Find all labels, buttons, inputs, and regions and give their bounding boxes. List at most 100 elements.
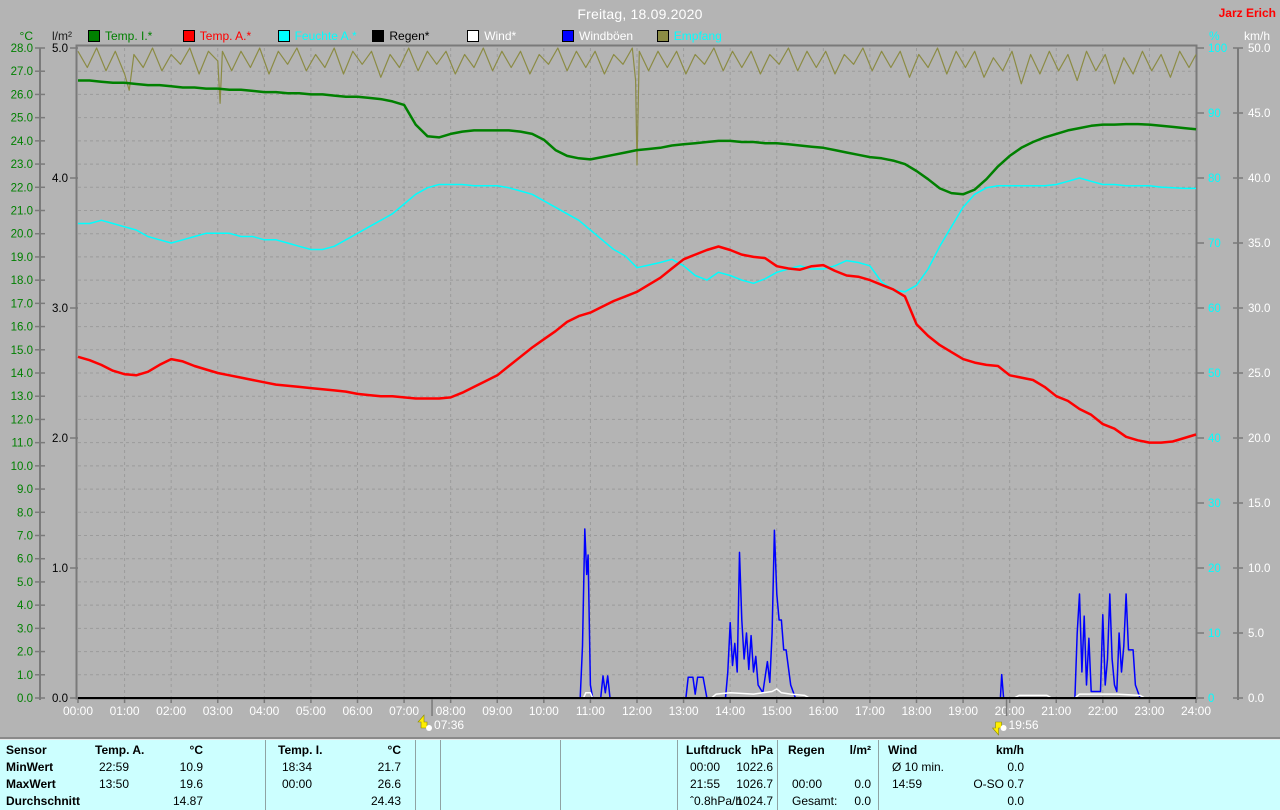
time-tick-label: 03:00 xyxy=(203,704,233,718)
table-cell: 0.0 xyxy=(854,777,871,791)
svg-text:18.0: 18.0 xyxy=(11,275,33,287)
time-tick-label: 24:00 xyxy=(1181,704,1211,718)
time-tick-label: 11:00 xyxy=(576,704,605,718)
table-cell: 24.43 xyxy=(370,794,401,808)
svg-text:13.0: 13.0 xyxy=(11,391,33,403)
time-tick-label: 15:00 xyxy=(762,704,792,718)
svg-text:1.0: 1.0 xyxy=(52,563,68,575)
svg-text:26.0: 26.0 xyxy=(11,89,33,101)
time-tick-label: 16:00 xyxy=(808,704,838,718)
time-tick-label: 20:00 xyxy=(995,704,1025,718)
table-cell: Temp. I. xyxy=(278,743,323,757)
sunset-time-label: 19:56 xyxy=(1009,718,1039,732)
table-column-separator xyxy=(777,740,778,810)
time-tick-label: 21:00 xyxy=(1041,704,1071,718)
weather-app-window: { "header": { "title": "Freitag, 18.09.2… xyxy=(0,0,1280,810)
svg-text:12.0: 12.0 xyxy=(11,414,33,426)
table-cell: 00:00 xyxy=(282,777,313,791)
time-tick-label: 19:00 xyxy=(948,704,978,718)
svg-text:4.0: 4.0 xyxy=(52,173,68,185)
svg-text:10.0: 10.0 xyxy=(1248,563,1270,575)
sunset-sun-icon xyxy=(991,721,1002,736)
time-tick-label: 04:00 xyxy=(249,704,279,718)
table-cell: 0.0 xyxy=(1007,794,1024,808)
axis-unit-label: % xyxy=(1209,29,1220,43)
table-cell: 1022.6 xyxy=(736,760,773,774)
series-empfang xyxy=(77,47,1197,166)
svg-text:80: 80 xyxy=(1208,173,1221,185)
time-tick-label: 06:00 xyxy=(342,704,372,718)
table-cell: 18:34 xyxy=(282,760,313,774)
svg-text:5.0: 5.0 xyxy=(52,43,68,55)
svg-text:16.0: 16.0 xyxy=(11,322,33,334)
svg-text:5.0: 5.0 xyxy=(17,577,33,589)
table-cell: Wind xyxy=(888,743,918,757)
time-tick-label: 01:00 xyxy=(110,704,140,718)
table-cell: Durchschnitt xyxy=(6,794,81,808)
time-tick-label: 02:00 xyxy=(156,704,186,718)
table-cell: 0.0 xyxy=(1007,760,1024,774)
svg-text:35.0: 35.0 xyxy=(1248,238,1270,250)
table-cell: 26.6 xyxy=(377,777,401,791)
svg-text:4.0: 4.0 xyxy=(17,600,33,612)
svg-text:6.0: 6.0 xyxy=(17,554,33,566)
table-cell: 10.9 xyxy=(179,760,203,774)
table-cell: 14.87 xyxy=(172,794,203,808)
time-tick-label: 07:00 xyxy=(389,704,419,718)
time-tick-label: 22:00 xyxy=(1088,704,1118,718)
time-tick-label: 00:00 xyxy=(63,704,93,718)
table-cell: 14:59 xyxy=(892,777,923,791)
time-tick-label: 08:00 xyxy=(436,704,466,718)
time-axis: 00:00 01:00 02:00 03:00 04:00 05:00 06:00 07:00… xyxy=(63,699,1211,718)
time-tick-label: 09:00 xyxy=(482,704,512,718)
axis-unit-label: l/m² xyxy=(52,29,72,43)
svg-text:0.0: 0.0 xyxy=(17,693,33,705)
svg-text:21.0: 21.0 xyxy=(11,206,33,218)
table-column-separator xyxy=(878,740,879,810)
table-column-separator xyxy=(560,740,561,810)
axis-unit-label: km/h xyxy=(1244,29,1270,43)
svg-text:30: 30 xyxy=(1208,498,1221,510)
svg-text:3.0: 3.0 xyxy=(52,303,68,315)
axis-unit-label: °C xyxy=(20,29,34,43)
svg-text:5.0: 5.0 xyxy=(1248,628,1264,640)
sunrise-time-label: 07:36 xyxy=(434,718,464,732)
svg-text:50.0: 50.0 xyxy=(1248,43,1270,55)
table-cell: 1026.7 xyxy=(736,777,773,791)
svg-text:15.0: 15.0 xyxy=(11,345,33,357)
svg-text:25.0: 25.0 xyxy=(1248,368,1270,380)
percent-ticks: 0102030405060708090100 xyxy=(1196,43,1227,705)
sunset-cloud-icon xyxy=(1000,725,1007,731)
table-cell: Temp. A. xyxy=(95,743,145,757)
svg-text:30.0: 30.0 xyxy=(1248,303,1270,315)
svg-text:3.0: 3.0 xyxy=(17,623,33,635)
table-cell: O-SO 0.7 xyxy=(973,777,1024,791)
table-cell: hPa xyxy=(750,743,773,757)
table-cell: 0.0 xyxy=(854,794,871,808)
svg-text:60: 60 xyxy=(1208,303,1221,315)
table-cell: l/m² xyxy=(849,743,871,757)
table-cell: °C xyxy=(189,743,203,757)
time-tick-label: 14:00 xyxy=(715,704,745,718)
svg-text:90: 90 xyxy=(1208,108,1221,120)
svg-text:40: 40 xyxy=(1208,433,1221,445)
svg-text:1.0: 1.0 xyxy=(17,670,33,682)
svg-text:20.0: 20.0 xyxy=(11,229,33,241)
table-cell: MaxWert xyxy=(6,777,56,791)
svg-text:7.0: 7.0 xyxy=(17,531,33,543)
time-tick-label: 12:00 xyxy=(622,704,652,718)
svg-text:28.0: 28.0 xyxy=(11,43,33,55)
rain-ticks: 0.01.02.03.04.05.0 xyxy=(52,43,78,705)
table-cell: 1024.7 xyxy=(736,794,773,808)
svg-text:25.0: 25.0 xyxy=(11,113,33,125)
time-tick-label: 23:00 xyxy=(1134,704,1164,718)
svg-text:24.0: 24.0 xyxy=(11,136,33,148)
time-tick-label: 17:00 xyxy=(855,704,885,718)
svg-text:15.0: 15.0 xyxy=(1248,498,1270,510)
table-cell: Sensor xyxy=(6,743,47,757)
svg-text:23.0: 23.0 xyxy=(11,159,33,171)
svg-text:20.0: 20.0 xyxy=(1248,433,1270,445)
table-column-separator xyxy=(440,740,441,810)
svg-text:27.0: 27.0 xyxy=(11,66,33,78)
table-cell: MinWert xyxy=(6,760,54,774)
